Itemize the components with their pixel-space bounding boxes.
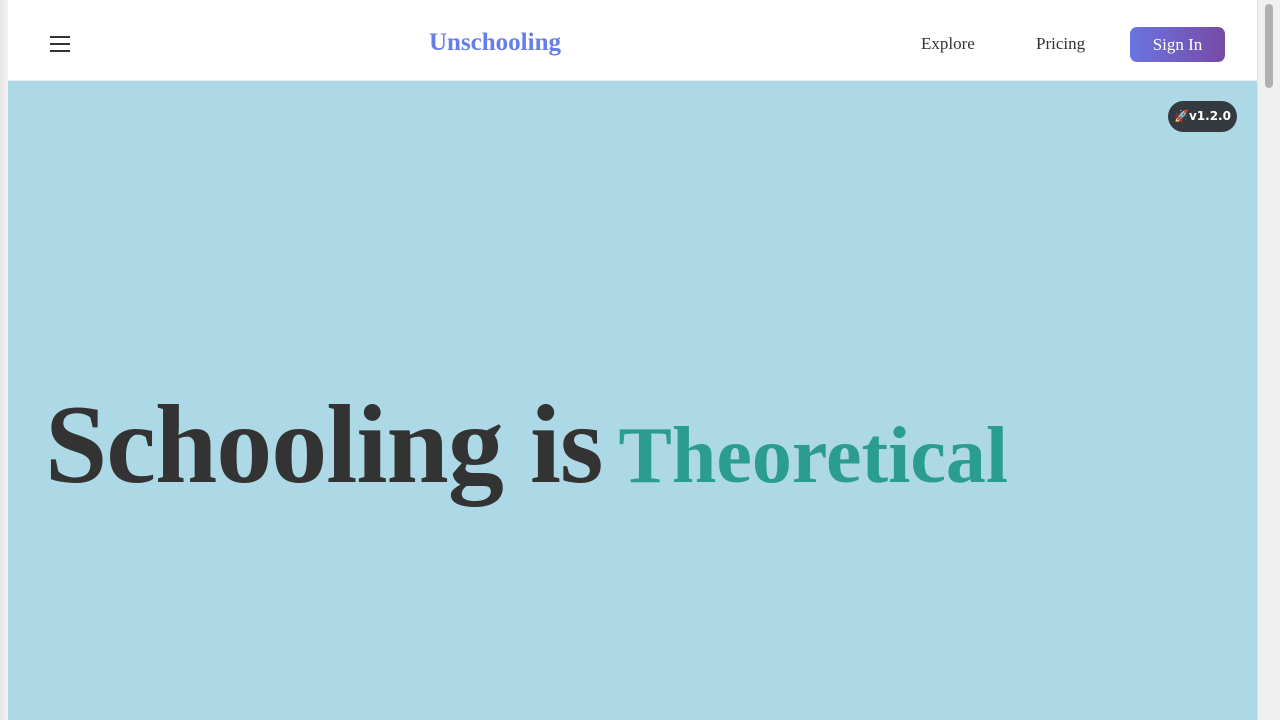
hero-title-dynamic-word: Theoretical bbox=[618, 412, 1009, 500]
hero-title-static: Schooling is bbox=[45, 383, 604, 507]
nav-explore-link[interactable]: Explore bbox=[921, 34, 975, 54]
hero-title: Schooling is Theoretical bbox=[45, 381, 1008, 510]
version-badge: 🚀v1.2.0 bbox=[1168, 101, 1237, 132]
page: Unschooling Explore Pricing Sign In 🚀v1.… bbox=[8, 0, 1257, 720]
left-edge-shadow bbox=[0, 0, 8, 720]
nav-pricing-link[interactable]: Pricing bbox=[1036, 34, 1085, 54]
brand-logo-link[interactable]: Unschooling bbox=[429, 29, 561, 57]
scrollbar-thumb[interactable] bbox=[1265, 4, 1273, 88]
hamburger-menu-icon[interactable] bbox=[48, 32, 72, 56]
hero-section: 🚀v1.2.0 Schooling is Theoretical bbox=[8, 81, 1257, 720]
sign-in-button[interactable]: Sign In bbox=[1130, 27, 1225, 62]
vertical-scrollbar[interactable] bbox=[1257, 0, 1280, 720]
top-header: Unschooling Explore Pricing Sign In bbox=[8, 0, 1257, 81]
